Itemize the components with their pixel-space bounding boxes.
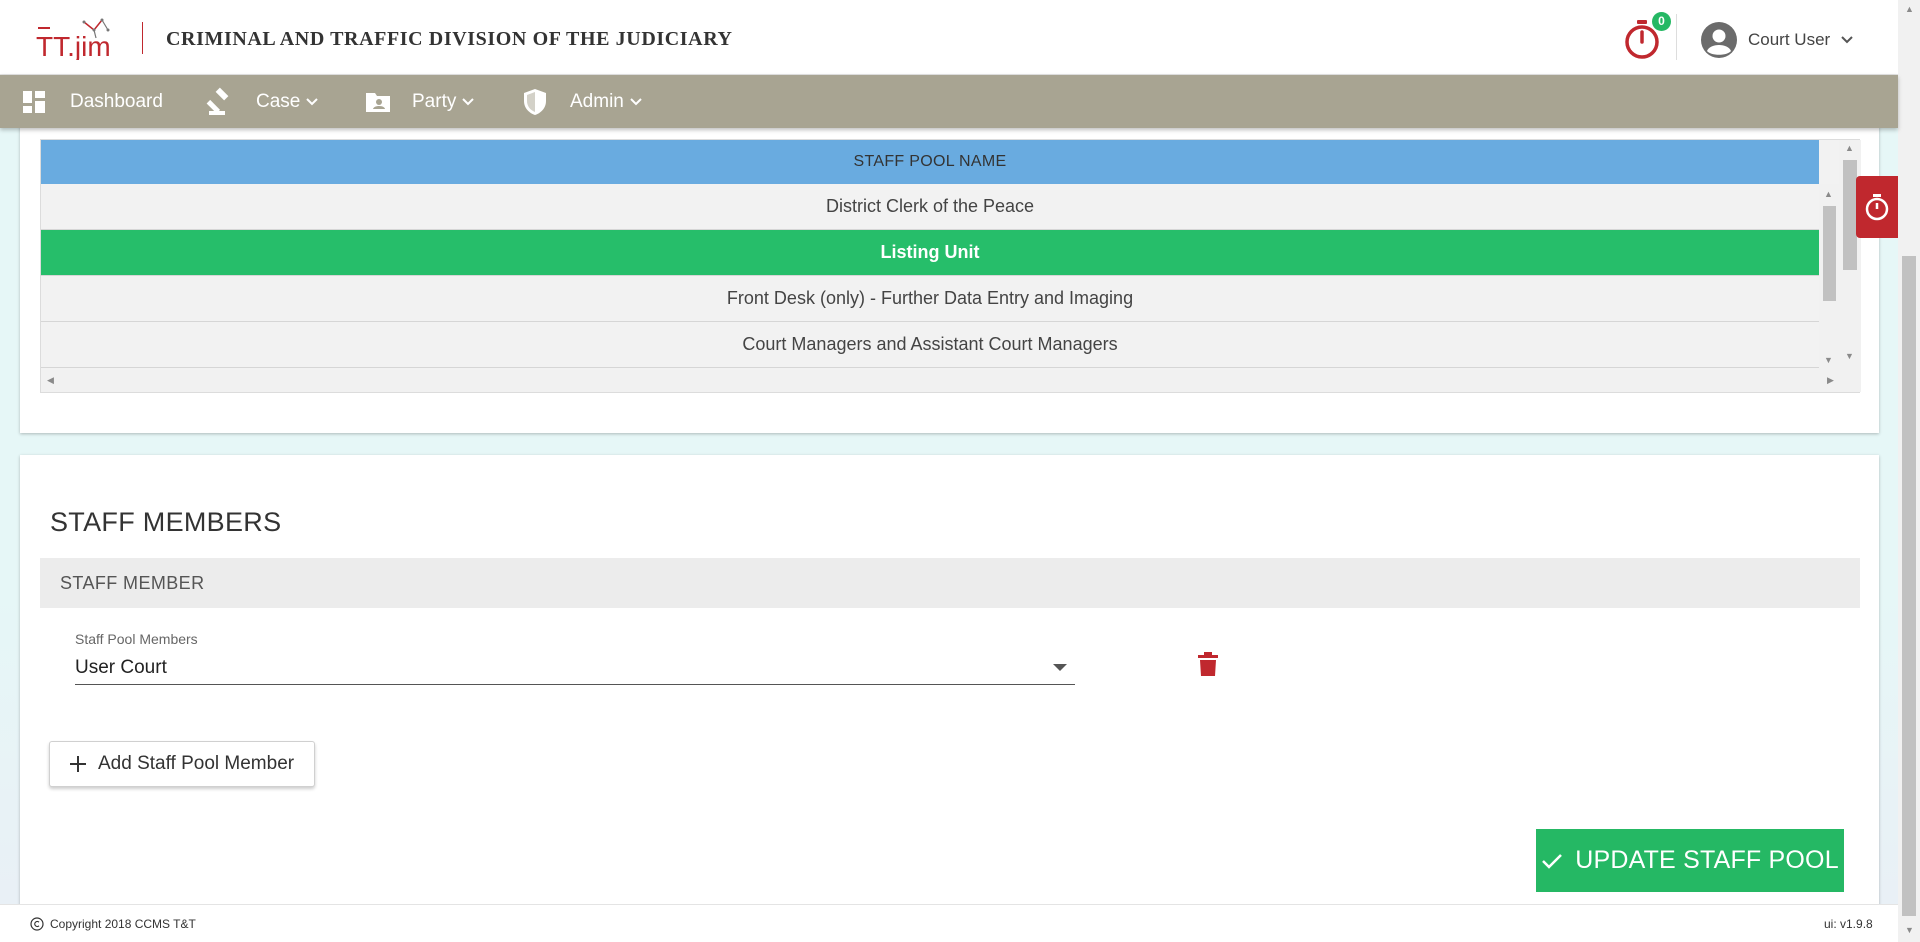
checkmark-icon: [1542, 853, 1563, 869]
scroll-up-arrow-icon[interactable]: ▲: [1824, 190, 1833, 199]
staff-member-table-header: STAFF MEMBER: [40, 558, 1860, 608]
scroll-down-arrow-icon[interactable]: ▼: [1905, 926, 1914, 935]
nav-admin-label: Admin: [570, 90, 624, 112]
staff-members-card: STAFF MEMBERS STAFF MEMBER Staff Pool Me…: [20, 455, 1879, 904]
chevron-down-icon: [306, 97, 319, 105]
nav-case[interactable]: Case: [206, 75, 319, 128]
scroll-up-arrow-icon[interactable]: ▲: [1905, 5, 1914, 14]
copyright-icon: [30, 917, 44, 931]
section-title: STAFF MEMBERS: [50, 507, 282, 537]
copyright: Copyright 2018 CCMS T&T: [30, 917, 196, 931]
page-scroll-thumb[interactable]: [1902, 256, 1916, 916]
update-staff-pool-label: UPDATE STAFF POOL: [1575, 846, 1839, 874]
nav-party[interactable]: Party: [364, 75, 475, 128]
nav-dashboard-label: Dashboard: [70, 90, 163, 112]
contact-card-icon: [366, 92, 390, 112]
shield-icon: [524, 88, 546, 115]
delete-member-button[interactable]: [1198, 652, 1218, 681]
main-content: STAFF POOL NAME District Clerk of the Pe…: [0, 128, 1898, 904]
page-vertical-scrollbar[interactable]: ▲ ▼: [1898, 0, 1920, 942]
grid-vertical-scrollbar[interactable]: ▲ ▼: [1819, 184, 1839, 370]
staff-pool-grid: STAFF POOL NAME District Clerk of the Pe…: [40, 139, 1861, 393]
nav-admin[interactable]: Admin: [522, 75, 642, 128]
staff-pool-card: STAFF POOL NAME District Clerk of the Pe…: [20, 128, 1879, 433]
dropdown-caret-icon: [1053, 664, 1067, 671]
app-header: TT.jim CRIMINAL AND TRAFFIC DIVISION OF …: [0, 0, 1898, 75]
scroll-down-arrow-icon[interactable]: ▼: [1824, 356, 1833, 365]
chevron-down-icon: [1841, 36, 1853, 44]
app-footer: Copyright 2018 CCMS T&T ui: v1.9.8: [0, 904, 1898, 942]
version-label: ui: v1.9.8: [1824, 917, 1873, 931]
trash-icon: [1198, 652, 1218, 676]
add-staff-pool-member-button[interactable]: Add Staff Pool Member: [49, 741, 316, 787]
timer-button[interactable]: 0: [1622, 12, 1671, 60]
scroll-right-arrow-icon[interactable]: ▶: [1827, 376, 1834, 385]
chevron-down-icon: [462, 97, 475, 105]
page-title: CRIMINAL AND TRAFFIC DIVISION OF THE JUD…: [166, 28, 733, 50]
staff-pool-members-select[interactable]: User Court: [75, 651, 1075, 685]
staff-pool-members-value: User Court: [75, 656, 167, 678]
chevron-down-icon: [630, 97, 642, 105]
update-staff-pool-button[interactable]: UPDATE STAFF POOL: [1536, 829, 1844, 892]
grid-horizontal-scrollbar[interactable]: ◀ ▶: [41, 370, 1839, 392]
scroll-up-arrow-icon[interactable]: ▲: [1845, 144, 1854, 153]
nav-dashboard[interactable]: Dashboard: [22, 75, 163, 128]
main-nav: Dashboard Case Party Admin: [0, 75, 1898, 128]
copyright-text: Copyright 2018 CCMS T&T: [50, 917, 196, 931]
grid-row[interactable]: Court Managers and Assistant Court Manag…: [41, 322, 1819, 368]
user-menu[interactable]: Court User: [1700, 20, 1854, 60]
panel-scroll-thumb[interactable]: [1843, 160, 1857, 270]
logo-text: TT.jim: [36, 31, 111, 60]
user-name: Court User: [1748, 30, 1831, 49]
stopwatch-icon: [1865, 194, 1889, 221]
add-staff-pool-member-label: Add Staff Pool Member: [98, 753, 295, 774]
nav-party-label: Party: [412, 90, 457, 112]
side-timer-tab[interactable]: [1856, 176, 1898, 238]
app-logo[interactable]: TT.jim: [36, 16, 120, 60]
nav-case-label: Case: [256, 90, 301, 112]
plus-icon: [70, 756, 86, 772]
staff-pool-members-label: Staff Pool Members: [75, 631, 198, 647]
grid-scroll-thumb[interactable]: [1823, 206, 1836, 301]
timer-count-badge: 0: [1652, 12, 1671, 31]
scroll-down-arrow-icon[interactable]: ▼: [1845, 352, 1854, 361]
grid-row[interactable]: Front Desk (only) - Further Data Entry a…: [41, 276, 1819, 322]
grid-row-selected[interactable]: Listing Unit: [41, 230, 1819, 276]
dashboard-icon: [23, 90, 45, 113]
gavel-icon: [206, 87, 229, 115]
grid-row[interactable]: District Clerk of the Peace: [41, 184, 1819, 230]
logo-mark-icon: TT.jim: [36, 18, 111, 60]
scroll-left-arrow-icon[interactable]: ◀: [47, 376, 54, 385]
header-divider: [1676, 14, 1677, 60]
account-circle-icon: [1701, 22, 1737, 58]
logo-divider: [142, 22, 143, 54]
grid-column-header[interactable]: STAFF POOL NAME: [41, 140, 1819, 184]
